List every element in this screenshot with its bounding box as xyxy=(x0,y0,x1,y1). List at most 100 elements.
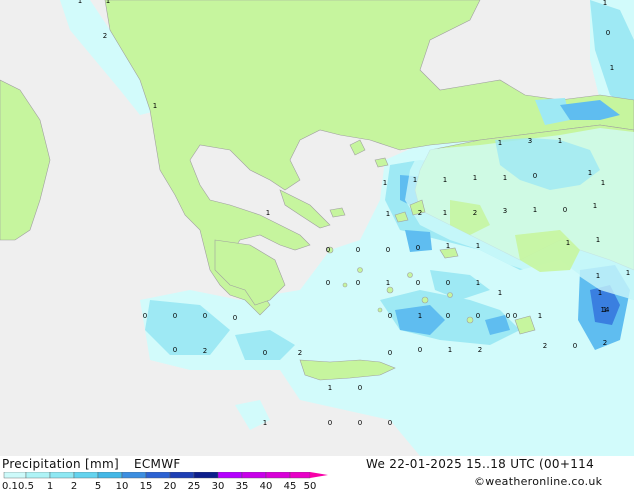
precip-value-label: 1 xyxy=(498,289,502,297)
precip-value-label: 0 xyxy=(143,312,147,320)
precip-value-label: 1 xyxy=(476,279,480,287)
scale-swatch xyxy=(217,472,243,479)
scale-label: 20 xyxy=(164,481,177,490)
scale-swatch xyxy=(241,472,267,479)
valid-time: We 22-01-2025 15..18 UTC (00+114 xyxy=(366,457,595,471)
scale-swatch xyxy=(73,472,99,479)
precip-value-label: 1 xyxy=(596,272,600,280)
precip-value-label: 1 xyxy=(598,289,602,297)
precip-value-label: 0 xyxy=(513,312,517,320)
precip-value-label: 0 xyxy=(416,279,420,287)
precipitation-map: 1 1 1 1 1 0 2 1 1 2 3 1 0 1 1 3 1 1 1 1 0 1 0 0 1 1 1 1 1 1 1 1 2 0 2 0 1 14 2… xyxy=(0,0,634,456)
precip-value-label: 0 xyxy=(326,246,330,254)
credit: ©weatheronline.co.uk xyxy=(474,475,603,488)
scale-swatch xyxy=(265,472,291,479)
precip-value-label: 0 xyxy=(356,279,360,287)
scale-label: 50 xyxy=(304,481,317,490)
precip-value-label: 0 xyxy=(388,419,392,427)
scale-swatches xyxy=(3,472,328,479)
precip-value-label: 2 xyxy=(103,32,107,40)
precip-value-label: 0 xyxy=(173,346,177,354)
precip-value-label: 1 xyxy=(386,279,390,287)
precip-value-label: 0 xyxy=(173,312,177,320)
scale-label: 2 xyxy=(71,481,77,490)
precip-value-label: 0 xyxy=(358,419,362,427)
precip-value-label: 0 xyxy=(388,349,392,357)
precip-value-label: 1 xyxy=(413,176,417,184)
scale-label: 25 xyxy=(188,481,201,490)
precip-value-label: 0 xyxy=(358,384,362,392)
precip-value-label: 2 xyxy=(203,347,207,355)
precip-value-label: 1 xyxy=(266,209,270,217)
scale-swatch xyxy=(169,472,195,479)
scale-swatch xyxy=(121,472,147,479)
scale-label: 0.5 xyxy=(18,481,34,490)
precip-value-label: 2 xyxy=(298,349,302,357)
map-canvas: 1 1 1 1 1 0 2 1 1 2 3 1 0 1 1 3 1 1 1 1 0 1 0 0 1 1 1 1 1 1 1 1 2 0 2 0 1 14 2… xyxy=(0,0,634,456)
precip-value-label: 0 xyxy=(418,346,422,354)
precip-value-label: 0 xyxy=(446,312,450,320)
precip-value-label: 1 xyxy=(603,0,607,7)
scale-label: 30 xyxy=(212,481,225,490)
precip-value-label: 2 xyxy=(543,342,547,350)
precip-value-label: 1 xyxy=(328,384,332,392)
precip-value-label: 1 xyxy=(533,206,537,214)
precip-value-label: 1 xyxy=(498,139,502,147)
precip-value-label: 2 xyxy=(418,209,422,217)
model-name: ECMWF xyxy=(134,457,181,471)
precip-value-label: 1 xyxy=(386,210,390,218)
precip-value-label: 0 xyxy=(416,244,420,252)
precip-value-label: 3 xyxy=(503,207,507,215)
precip-value-label: 0 xyxy=(506,312,510,320)
precip-value-label: 0 xyxy=(328,419,332,427)
precip-value-label: 1 xyxy=(383,179,387,187)
map-title: Precipitation [mm] xyxy=(2,457,119,471)
precip-value-label: 2 xyxy=(473,209,477,217)
precip-value-label: 1 xyxy=(443,209,447,217)
precip-value-label: 1 xyxy=(593,202,597,210)
scale-label: 0.1 xyxy=(2,481,18,490)
precip-value-label: 1 xyxy=(601,179,605,187)
map-footer: Precipitation [mm] ECMWF We 22-01-2025 1… xyxy=(0,456,634,490)
precip-value-label: 0 xyxy=(203,312,207,320)
precip-value-label: 1 xyxy=(596,236,600,244)
precip-value-label: 0 xyxy=(356,246,360,254)
scale-swatch xyxy=(97,472,123,479)
precip-value-label: 0 xyxy=(263,349,267,357)
precip-value-label: 1 xyxy=(503,174,507,182)
precip-value-label: 0 xyxy=(386,246,390,254)
precip-value-label: 1 xyxy=(106,0,110,5)
precip-value-label: 0 xyxy=(573,342,577,350)
scale-label: 35 xyxy=(236,481,249,490)
scale-label: 10 xyxy=(116,481,129,490)
precip-value-label: 1 xyxy=(588,169,592,177)
scale-labels: 0.1 0.5 1 2 5 10 15 20 25 30 35 40 45 50 xyxy=(2,481,316,490)
precip-value-label: 0 xyxy=(446,279,450,287)
precip-value-label: 0 xyxy=(563,206,567,214)
precip-value-label: 1 xyxy=(446,242,450,250)
scale-label: 45 xyxy=(284,481,297,490)
precip-value-label: 1 xyxy=(418,312,422,320)
scale-swatch xyxy=(25,472,51,479)
precip-value-label: 1 xyxy=(566,239,570,247)
precip-value-label: 1 xyxy=(626,269,630,277)
scale-swatch xyxy=(289,472,311,479)
scale-label: 40 xyxy=(260,481,273,490)
precip-value-label: 1 xyxy=(538,312,542,320)
precip-value-label: 0 xyxy=(388,312,392,320)
scale-label: 15 xyxy=(140,481,153,490)
precip-value-label: 1 xyxy=(558,137,562,145)
precip-value-label: 2 xyxy=(603,339,607,347)
scale-label: 5 xyxy=(95,481,101,490)
scale-swatch xyxy=(3,472,27,479)
precip-value-label: 0 xyxy=(326,279,330,287)
precip-value-label: 3 xyxy=(528,137,532,145)
scale-arrow xyxy=(310,472,328,478)
precip-value-label: 1 xyxy=(443,176,447,184)
precip-value-label: 0 xyxy=(233,314,237,322)
precip-value-label: 1 xyxy=(78,0,82,5)
precip-value-label: 0 xyxy=(606,29,610,37)
scale-label: 1 xyxy=(47,481,53,490)
precip-value-label: 1 xyxy=(473,174,477,182)
precip-value-label: 1 xyxy=(610,64,614,72)
